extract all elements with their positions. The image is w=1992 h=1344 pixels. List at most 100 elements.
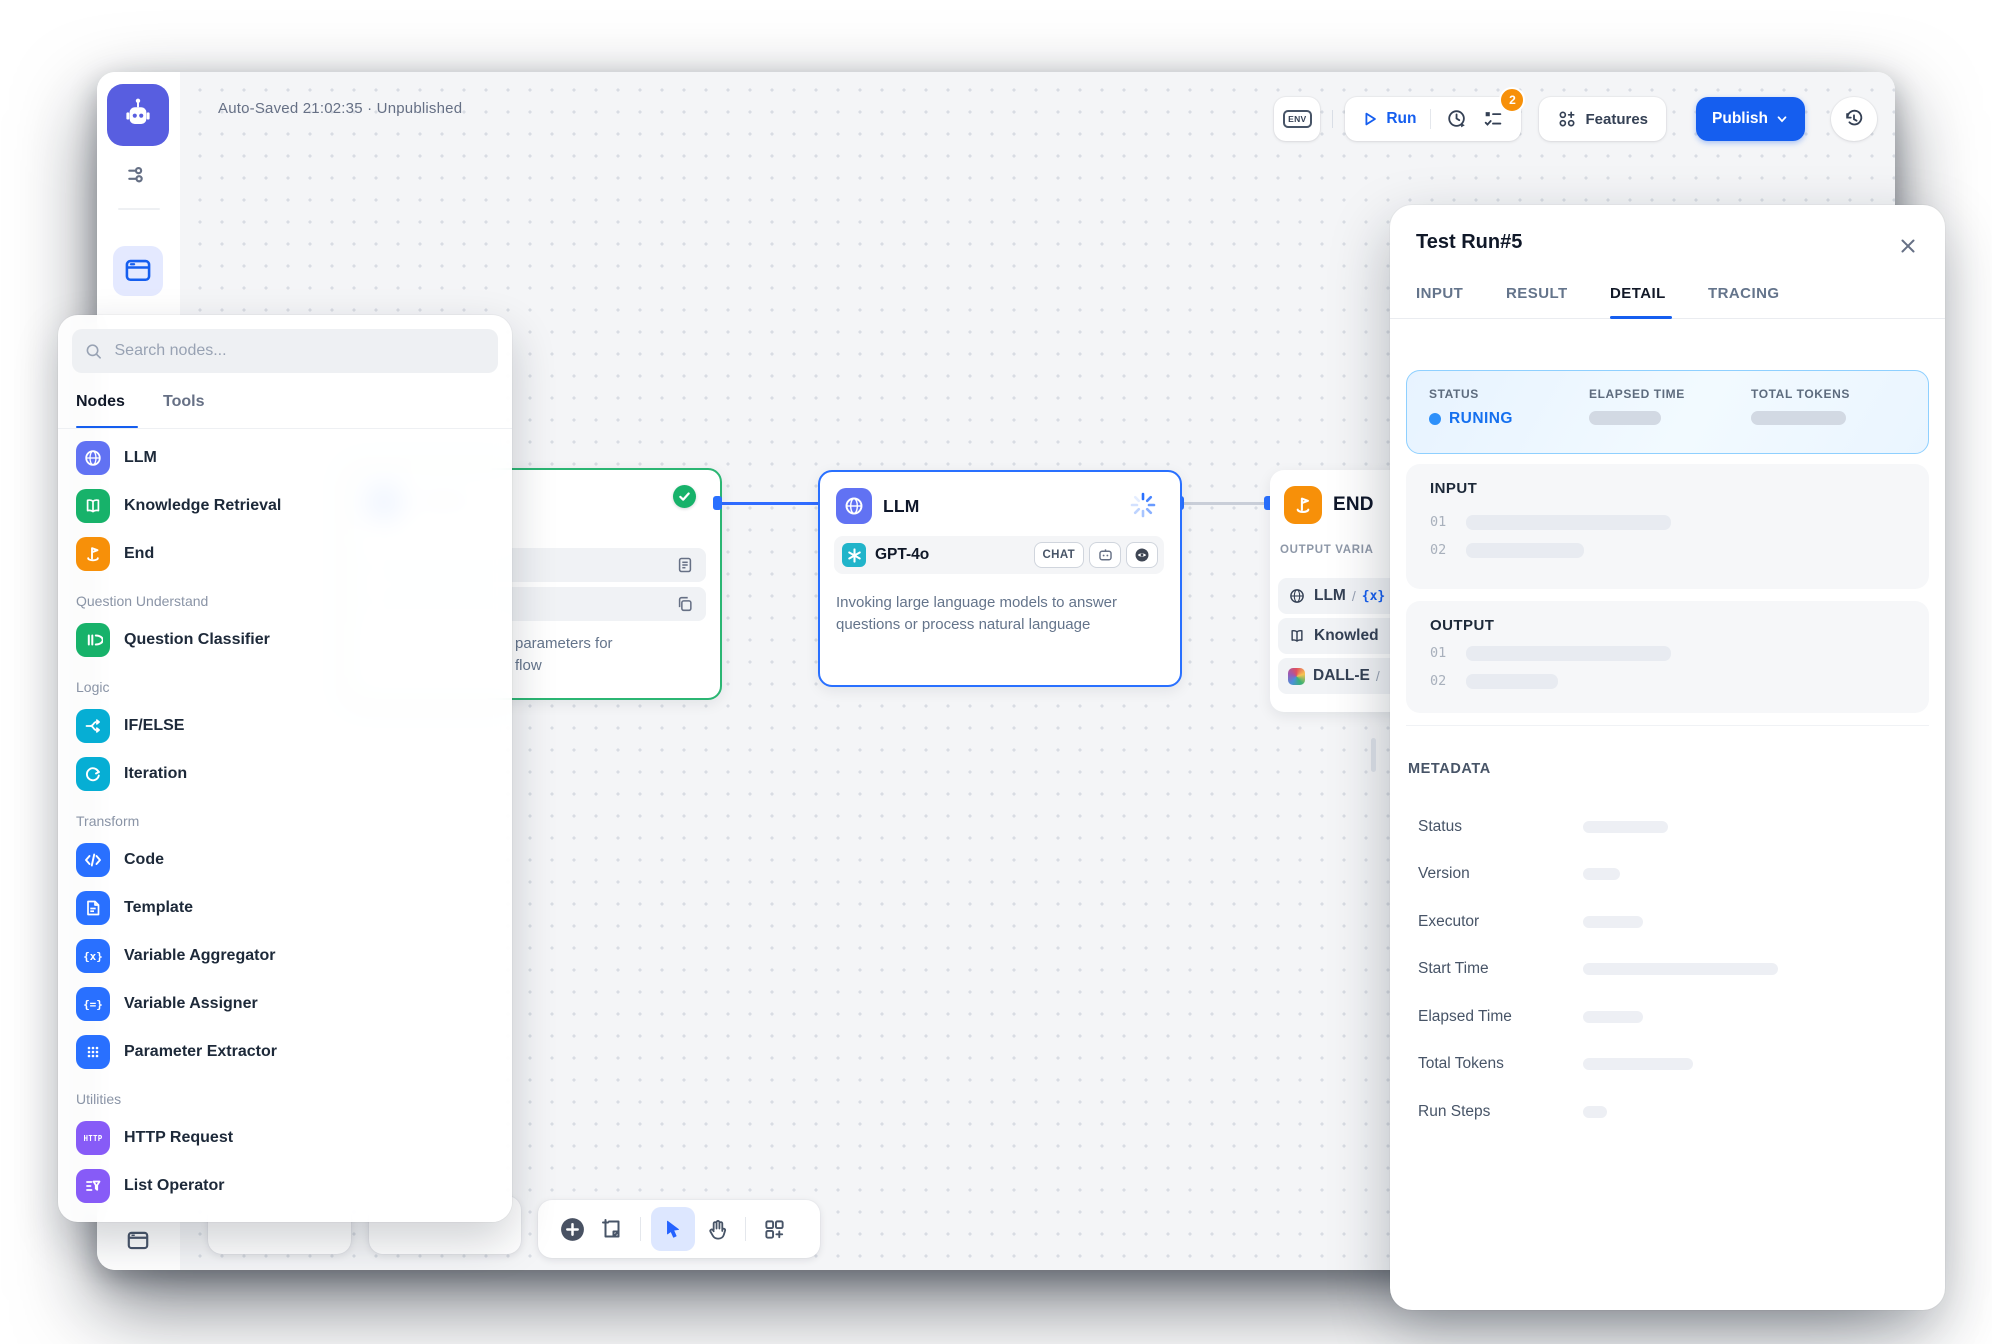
tab-result[interactable]: RESULT (1506, 285, 1568, 302)
node-item-http-request[interactable]: HTTP HTTP Request (72, 1115, 506, 1161)
input-card: INPUT 01 02 (1406, 464, 1929, 589)
llm-icon (836, 488, 872, 524)
node-item-variable-assigner[interactable]: {=} Variable Assigner (72, 981, 506, 1027)
output-variables-label: OUTPUT VARIA (1280, 544, 1374, 556)
node-item-variable-aggregator[interactable]: {x} Variable Aggregator (72, 933, 506, 979)
metadata-title: METADATA (1408, 761, 1491, 777)
app-logo[interactable] (107, 84, 169, 146)
node-item-parameter-extractor[interactable]: Parameter Extractor (72, 1029, 506, 1075)
start-node-description: parameters for flow (515, 633, 715, 677)
header-toolbar: ENV Run (1274, 96, 1877, 142)
history-icon (1843, 108, 1865, 130)
document-icon (676, 556, 694, 574)
tab-input[interactable]: INPUT (1416, 285, 1463, 302)
meta-label: Start Time (1418, 960, 1583, 978)
panel-title: Test Run#5 (1416, 231, 1522, 254)
meta-label: Run Steps (1418, 1103, 1583, 1121)
run-play-icon[interactable] (1361, 110, 1379, 128)
tab-nodes[interactable]: Nodes (76, 393, 125, 411)
env-button[interactable]: ENV (1274, 97, 1320, 141)
dalle-icon (1288, 668, 1305, 685)
vision-badge[interactable] (1126, 542, 1158, 568)
cursor-arrow-icon (662, 1218, 684, 1240)
panel-resize-handle[interactable] (1371, 738, 1376, 772)
checklist-icon[interactable] (1481, 107, 1505, 131)
node-item-list-operator[interactable]: List Operator (72, 1163, 506, 1209)
close-icon (1899, 237, 1917, 255)
success-check-icon (673, 485, 696, 508)
features-grid-icon (1557, 109, 1577, 129)
sliders-icon[interactable] (123, 160, 153, 190)
skeleton-bar (1583, 1011, 1643, 1023)
node-item-knowledge-retrieval[interactable]: Knowledge Retrieval (72, 483, 506, 529)
status-value: RUNING (1449, 410, 1513, 428)
edge-llm-end (1180, 502, 1268, 505)
edge-start-llm (718, 502, 820, 505)
skeleton-bar (1583, 821, 1668, 833)
classifier-icon (76, 623, 110, 657)
section-utilities: Utilities (76, 1087, 506, 1111)
node-item-template[interactable]: Template (72, 885, 506, 931)
env-icon: ENV (1283, 110, 1311, 128)
active-tab-underline (1610, 316, 1672, 319)
meta-label: Total Tokens (1418, 1055, 1583, 1073)
run-panel-tabs: INPUT RESULT DETAIL TRACING (1390, 283, 1945, 319)
tab-detail[interactable]: DETAIL (1610, 285, 1666, 302)
row-number: 02 (1430, 673, 1466, 689)
loading-spinner-icon (1130, 492, 1156, 518)
skeleton-bar (1583, 916, 1643, 928)
llm-node[interactable]: LLM (818, 470, 1182, 687)
node-item-end[interactable]: End (72, 531, 506, 577)
meta-label: Status (1418, 818, 1583, 836)
window-icon (124, 258, 152, 284)
output-card: OUTPUT 01 02 (1406, 601, 1929, 713)
node-item-if-else[interactable]: IF/ELSE (72, 703, 506, 749)
header-divider (1332, 110, 1333, 128)
schedule-clock-icon[interactable] (1445, 107, 1469, 131)
model-selector[interactable]: GPT-4o CHAT (834, 536, 1164, 574)
skeleton-bar (1466, 674, 1558, 689)
sidebar-bottom-icon[interactable] (123, 1226, 153, 1256)
organize-layout-button[interactable] (759, 1214, 789, 1244)
section-divider (1406, 725, 1929, 726)
meta-label: Elapsed Time (1418, 1008, 1583, 1026)
features-button[interactable]: Features (1539, 97, 1666, 141)
publish-label: Publish (1712, 110, 1768, 128)
skeleton-bar (1466, 543, 1584, 558)
skeleton-bar (1583, 963, 1778, 975)
book-icon (76, 489, 110, 523)
node-item-code[interactable]: Code (72, 837, 506, 883)
status-label: STATUS (1429, 387, 1513, 401)
llm-mini-icon (1288, 587, 1306, 605)
add-node-button[interactable] (557, 1214, 587, 1244)
node-item-question-classifier[interactable]: Question Classifier (72, 617, 506, 663)
run-group: Run (1345, 97, 1521, 141)
search-input[interactable] (113, 341, 486, 361)
history-button[interactable] (1831, 97, 1877, 141)
agent-badge[interactable] (1089, 542, 1121, 568)
total-tokens-label: TOTAL TOKENS (1751, 387, 1850, 401)
node-item-llm[interactable]: LLM (72, 435, 506, 481)
sidebar-item-canvas[interactable] (113, 246, 163, 296)
template-icon (76, 891, 110, 925)
close-button[interactable] (1895, 233, 1921, 259)
search-box[interactable] (72, 329, 498, 373)
skeleton-bar (1466, 646, 1671, 661)
tab-tools[interactable]: Tools (163, 393, 204, 411)
row-number: 01 (1430, 645, 1466, 661)
start-output-handle[interactable] (713, 496, 722, 510)
status-card: STATUS RUNING ELAPSED TIME TOTAL TOKENS (1406, 370, 1929, 454)
copy-icon (676, 595, 694, 613)
publish-button[interactable]: Publish (1696, 97, 1805, 141)
node-item-iteration[interactable]: Iteration (72, 751, 506, 797)
hand-tool[interactable] (702, 1214, 732, 1244)
chevron-down-icon (1775, 112, 1789, 126)
add-note-button[interactable] (597, 1214, 627, 1244)
llm-icon (76, 441, 110, 475)
section-logic: Logic (76, 675, 506, 699)
pointer-tool-active[interactable] (651, 1207, 695, 1251)
run-button[interactable]: Run (1386, 110, 1416, 128)
tab-tracing[interactable]: TRACING (1708, 285, 1779, 302)
section-question-understand: Question Understand (76, 589, 506, 613)
branch-icon (76, 709, 110, 743)
